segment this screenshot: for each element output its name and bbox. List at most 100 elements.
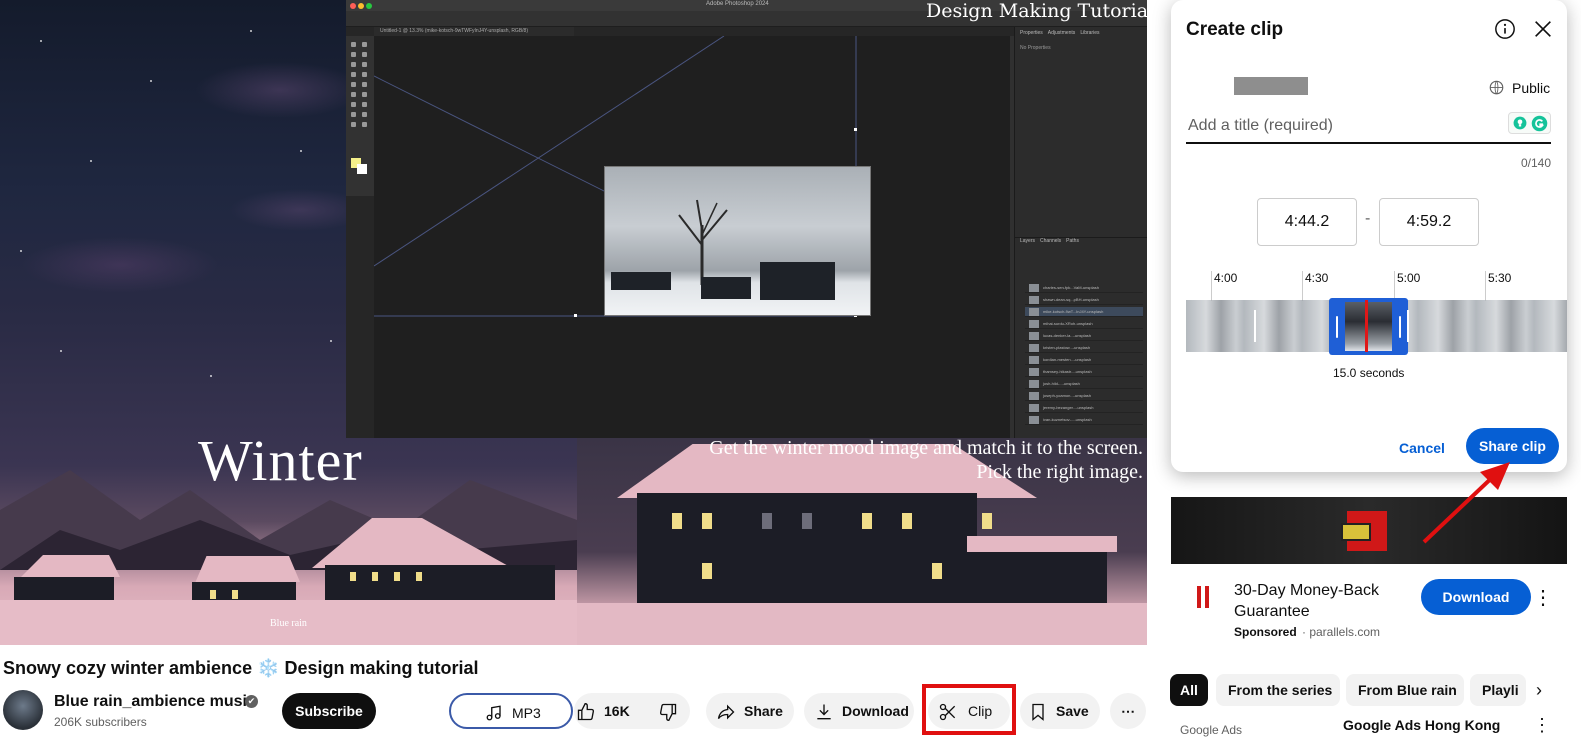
selection-thumbnail [1345, 302, 1392, 351]
lightbulb-icon [1513, 116, 1527, 130]
end-drag-handle[interactable] [1399, 316, 1401, 338]
music-note-icon [486, 705, 501, 721]
video-caption-line-2: Pick the right image. [976, 461, 1143, 483]
ps-document-tab: Untitled-1 @ 13.3% (mike-kotsch-9wTWFyIn… [374, 27, 574, 36]
video-caption-line-1: Get the winter mood image and match it t… [709, 437, 1143, 459]
ad-domain: · parallels.com [1302, 625, 1381, 639]
create-clip-dialog: Create clip Public 0/140 4:44.2 - 4:59.2… [1171, 0, 1567, 472]
timeline-tick [1485, 271, 1486, 301]
ps-layer-row: joseph-yoamon...-unsplash [1025, 391, 1143, 401]
ps-app-title: Adobe Photoshop 2024 [706, 1, 769, 7]
channel-avatar[interactable] [3, 690, 43, 730]
clip-highlight-box [922, 684, 1016, 735]
watermark-text: Blue rain [270, 618, 307, 629]
parallels-logo-icon [1197, 586, 1209, 608]
grammarly-widget[interactable] [1508, 112, 1551, 134]
subscriber-count: 206K subscribers [54, 715, 147, 729]
ps-no-properties: No Properties [1020, 45, 1051, 51]
timeline-label: 4:00 [1214, 271, 1238, 285]
ps-canvas [374, 36, 1010, 438]
photoshop-window: Adobe Photoshop 2024 Untitled-1 @ 13.3% … [346, 0, 1147, 438]
like-count: 16K [604, 703, 630, 719]
night-sky-panel [0, 0, 346, 320]
timeline-label: 5:00 [1397, 271, 1421, 285]
download-button[interactable]: Download [804, 693, 914, 729]
download-icon [817, 704, 831, 720]
chip-from-the-series[interactable]: From the series [1216, 674, 1340, 706]
more-actions-button[interactable]: ⋯ [1110, 693, 1146, 729]
google-ads-more-icon[interactable]: ⋮ [1533, 715, 1551, 736]
ps-photo-layer [604, 166, 871, 316]
mp3-button[interactable]: MP3 [449, 693, 573, 729]
chip-all[interactable]: All [1170, 674, 1208, 706]
visibility-label[interactable]: Public [1512, 80, 1550, 96]
globe-icon [1489, 80, 1504, 95]
verified-icon: ✔ [245, 695, 258, 708]
info-icon[interactable] [1494, 18, 1516, 40]
ps-layer-row: josh-hild-...-unsplash [1025, 379, 1143, 389]
save-button[interactable]: Save [1020, 693, 1100, 729]
user-name-redacted [1234, 77, 1308, 95]
thumbs-down-icon [659, 703, 677, 722]
ps-panels: Properties Adjustments Libraries No Proper… [1014, 27, 1147, 438]
like-button[interactable]: 16K [574, 693, 656, 729]
timeline-label: 4:30 [1305, 271, 1329, 285]
clip-duration: 15.0 seconds [1333, 366, 1405, 380]
start-time-field[interactable]: 4:44.2 [1257, 198, 1357, 246]
chevron-right-icon[interactable]: › [1536, 680, 1542, 701]
ad-sponsored-label: Sponsored [1234, 625, 1297, 639]
dislike-button[interactable] [656, 693, 690, 729]
ps-layer-row: kordian-mesten...-unsplash [1025, 355, 1143, 365]
red-arrow-annotation [1422, 462, 1510, 544]
save-label: Save [1056, 703, 1089, 719]
mp3-label: MP3 [512, 705, 541, 721]
winter-text: Winter [198, 428, 363, 493]
clip-selection-box[interactable] [1329, 298, 1408, 355]
channel-name[interactable]: Blue rain_ambience music [54, 693, 256, 711]
ad-more-icon[interactable]: ⋮ [1533, 585, 1553, 610]
ps-layers-tabs: Layers Channels Paths [1015, 237, 1147, 247]
end-time-field[interactable]: 4:59.2 [1379, 198, 1479, 246]
ps-layer-row: charles-sen-fpk...VaM-unsplash [1025, 283, 1143, 293]
video-player[interactable]: Adobe Photoshop 2024 Untitled-1 @ 13.3% … [0, 0, 1147, 645]
timeline-tick [1302, 271, 1303, 301]
timeline-marker [1407, 310, 1413, 342]
ps-layer-row: thamsey-hikastr...-unsplash [1025, 367, 1143, 377]
grammarly-icon [1531, 115, 1548, 132]
timeline-marker [1254, 310, 1260, 342]
ps-layer-row: mihai-surdu-XRoh-unsplash [1025, 319, 1143, 329]
close-icon[interactable] [1532, 18, 1554, 40]
ps-toolbar [346, 36, 374, 196]
start-drag-handle[interactable] [1336, 316, 1338, 338]
share-arrow-icon [717, 704, 735, 720]
share-label: Share [744, 703, 783, 719]
ps-layer-row: shawn-dean-sq...pBH-unsplash [1025, 295, 1143, 305]
ps-properties-tabs: Properties Adjustments Libraries [1020, 30, 1100, 36]
time-separator: - [1365, 210, 1371, 227]
subscribe-button[interactable]: Subscribe [282, 693, 376, 729]
timeline-label: 5:30 [1488, 271, 1512, 285]
chip-playlists[interactable]: Playli [1470, 674, 1526, 706]
timeline-tick [1211, 271, 1212, 301]
char-counter: 0/140 [1520, 156, 1551, 170]
chip-from-blue-rain[interactable]: From Blue rain [1346, 674, 1464, 706]
ps-layer-row: ivan-kuznetsov-...-unsplash [1025, 415, 1143, 425]
share-button[interactable]: Share [706, 693, 794, 729]
timeline-tick [1394, 271, 1395, 301]
ps-layer-row: lucas-denker-la...-unsplash [1025, 331, 1143, 341]
thumbs-up-icon [577, 702, 595, 721]
video-title: Snowy cozy winter ambience ❄️ Design mak… [3, 658, 479, 678]
ps-layer-row: kristen-plastow...-unsplash [1025, 343, 1143, 353]
clip-title-input[interactable] [1186, 110, 1551, 144]
ps-layer-row: jeremy-bezanger...-unsplash [1025, 403, 1143, 413]
ad-download-button[interactable]: Download [1421, 579, 1531, 615]
playhead-marker[interactable] [1365, 300, 1368, 352]
ad-title[interactable]: 30-Day Money-Back Guarantee [1234, 580, 1414, 622]
bookmark-icon [1032, 703, 1044, 721]
download-label: Download [842, 703, 909, 719]
google-ads-title[interactable]: Google Ads Hong Kong [1343, 717, 1500, 733]
ps-layer-row: mike-kotsch-9wT...InJ4Y-unsplash [1025, 307, 1143, 317]
more-horizontal-icon: ⋯ [1121, 703, 1135, 719]
dialog-title: Create clip [1186, 19, 1284, 40]
google-ads-logo: Google Ads [1180, 723, 1243, 737]
